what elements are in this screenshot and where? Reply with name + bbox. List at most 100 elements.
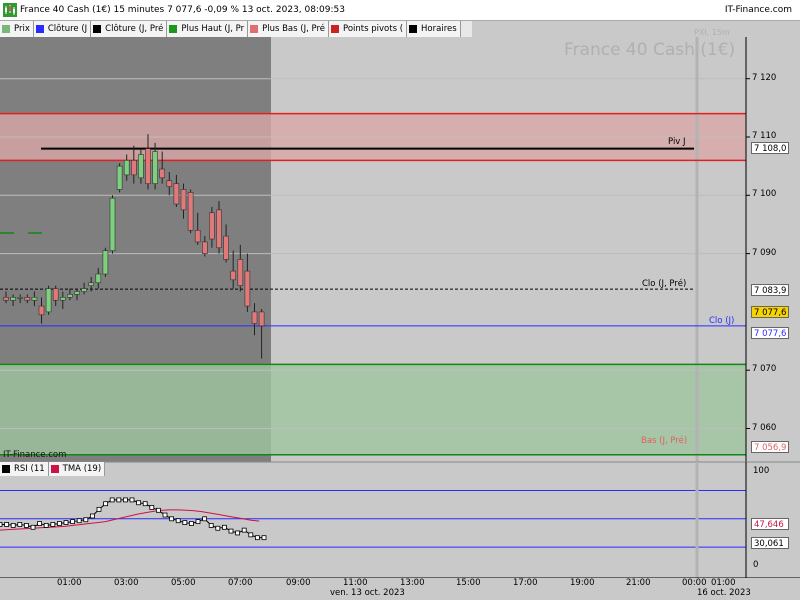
price-chart[interactable] <box>0 37 800 578</box>
rsi-tick-label: 100 <box>753 465 770 476</box>
rsi-value-tag: 30,061 <box>751 537 789 549</box>
candle-body[interactable] <box>67 294 73 298</box>
candle-body[interactable] <box>187 192 194 231</box>
rsi-point <box>0 522 3 527</box>
time-tick-label: 07:00 <box>228 578 253 588</box>
rsi-point <box>129 497 135 503</box>
rsi-legend-item[interactable]: TMA (19) <box>48 462 106 476</box>
rsi-tick-label: 0 <box>753 560 759 570</box>
prev-close-annotation: Clo (J, Pré) <box>642 279 687 289</box>
rsi-point <box>149 505 155 510</box>
legend-item[interactable]: Prix <box>0 21 34 37</box>
rsi-point <box>221 524 227 530</box>
time-tick-label: 05:00 <box>171 578 196 588</box>
date-label: 16 oct. 2023 <box>697 588 751 598</box>
candle-body[interactable] <box>10 297 16 301</box>
rsi-point <box>202 516 208 522</box>
candle-body[interactable] <box>251 311 258 324</box>
title-bar: France 40 Cash (1€) 15 minutes 7 077,6 -… <box>0 0 800 21</box>
candle-body[interactable] <box>152 151 158 184</box>
candle-body[interactable] <box>209 212 215 240</box>
rsi-point <box>175 518 181 524</box>
legend-item[interactable]: Clôture (J <box>33 21 92 37</box>
legend-label: Horaires <box>421 24 457 34</box>
candle-body[interactable] <box>31 297 38 301</box>
candle-body[interactable] <box>17 297 24 299</box>
legend-swatch <box>331 25 340 33</box>
price-tick-label: 7 120 <box>752 72 777 83</box>
candle-body[interactable] <box>202 241 208 254</box>
legend-swatch <box>409 25 418 33</box>
candle-body[interactable] <box>88 282 94 286</box>
rsi-point <box>63 520 69 525</box>
rsi-legend-item[interactable]: RSI (11 <box>0 462 49 476</box>
pivot-price-tag: 7 108,0 <box>751 142 789 154</box>
brand-text: IT-Finance.com <box>724 5 792 15</box>
candle-body[interactable] <box>74 291 80 295</box>
legend-item[interactable]: Plus Haut (J, Pr <box>167 21 249 37</box>
rsi-point <box>188 521 194 526</box>
candle-body[interactable] <box>258 311 265 327</box>
candle-body[interactable] <box>145 148 151 184</box>
chart-watermark-sub: PXI, 15m <box>694 28 730 37</box>
rsi-point <box>136 500 142 506</box>
legend-swatch <box>250 25 259 33</box>
candle-body[interactable] <box>24 297 31 301</box>
candle-body[interactable] <box>38 305 45 316</box>
rsi-point <box>70 519 75 525</box>
legend-item[interactable]: Horaires <box>407 21 461 37</box>
candle-body[interactable] <box>95 273 102 284</box>
rsi-point <box>109 497 115 503</box>
candle-body[interactable] <box>173 183 180 205</box>
legend-label: Clôture (J <box>47 24 88 34</box>
rsi-point <box>123 497 128 503</box>
candle-body[interactable] <box>223 235 229 260</box>
candle-body[interactable] <box>109 197 116 251</box>
legend-swatch <box>2 25 10 33</box>
candle-body[interactable] <box>123 160 130 176</box>
candle-body[interactable] <box>237 259 244 286</box>
rsi-point <box>50 522 56 527</box>
price-tick-label: 7 090 <box>752 247 777 258</box>
candle-body[interactable] <box>59 297 66 301</box>
rsi-point <box>228 528 234 534</box>
candle-body[interactable] <box>166 180 173 187</box>
time-tick-label: 15:00 <box>456 578 481 588</box>
candle-body[interactable] <box>244 270 251 307</box>
rsi-point <box>30 524 36 530</box>
time-tick-label: 21:00 <box>626 578 651 588</box>
rsi-point <box>90 513 95 519</box>
time-tick-label: 17:00 <box>513 578 538 588</box>
tma-value-tag: 47,646 <box>751 518 789 530</box>
legend-item[interactable]: Clôture (J, Pré <box>91 21 168 37</box>
legend-item[interactable]: Points pivots ( <box>329 21 408 37</box>
candle-body[interactable] <box>194 229 201 243</box>
rsi-point <box>116 497 122 503</box>
candle-body[interactable] <box>159 168 165 179</box>
rsi-point <box>23 523 29 528</box>
price-tick-label: 7 060 <box>752 422 777 433</box>
prev-close-price-tag: 7 083,9 <box>751 284 789 296</box>
last-price-tag: 7 077,6 <box>751 306 789 318</box>
candle-body[interactable] <box>138 154 144 179</box>
rsi-point <box>241 527 247 533</box>
candle-body[interactable] <box>45 288 52 313</box>
rsi-point <box>96 506 102 512</box>
candle-body[interactable] <box>216 209 222 249</box>
candle-body[interactable] <box>52 288 59 301</box>
legend-label: TMA (19) <box>62 464 102 474</box>
candle-body[interactable] <box>116 165 123 190</box>
candle-body[interactable] <box>131 160 137 176</box>
candle-body[interactable] <box>230 270 236 281</box>
time-tick-label: 19:00 <box>570 578 595 588</box>
candle-body[interactable] <box>3 297 9 301</box>
legend-label: Plus Haut (J, Pr <box>181 24 245 34</box>
legend-item[interactable]: Plus Bas (J, Pré <box>248 21 330 37</box>
rsi-point <box>208 523 214 528</box>
candle-body[interactable] <box>102 250 109 275</box>
candle-body[interactable] <box>180 189 187 211</box>
legend-swatch <box>2 465 10 473</box>
chart-logo: IT-Finance.com <box>3 450 67 460</box>
rsi-point <box>235 530 241 536</box>
candle-body[interactable] <box>81 288 87 292</box>
